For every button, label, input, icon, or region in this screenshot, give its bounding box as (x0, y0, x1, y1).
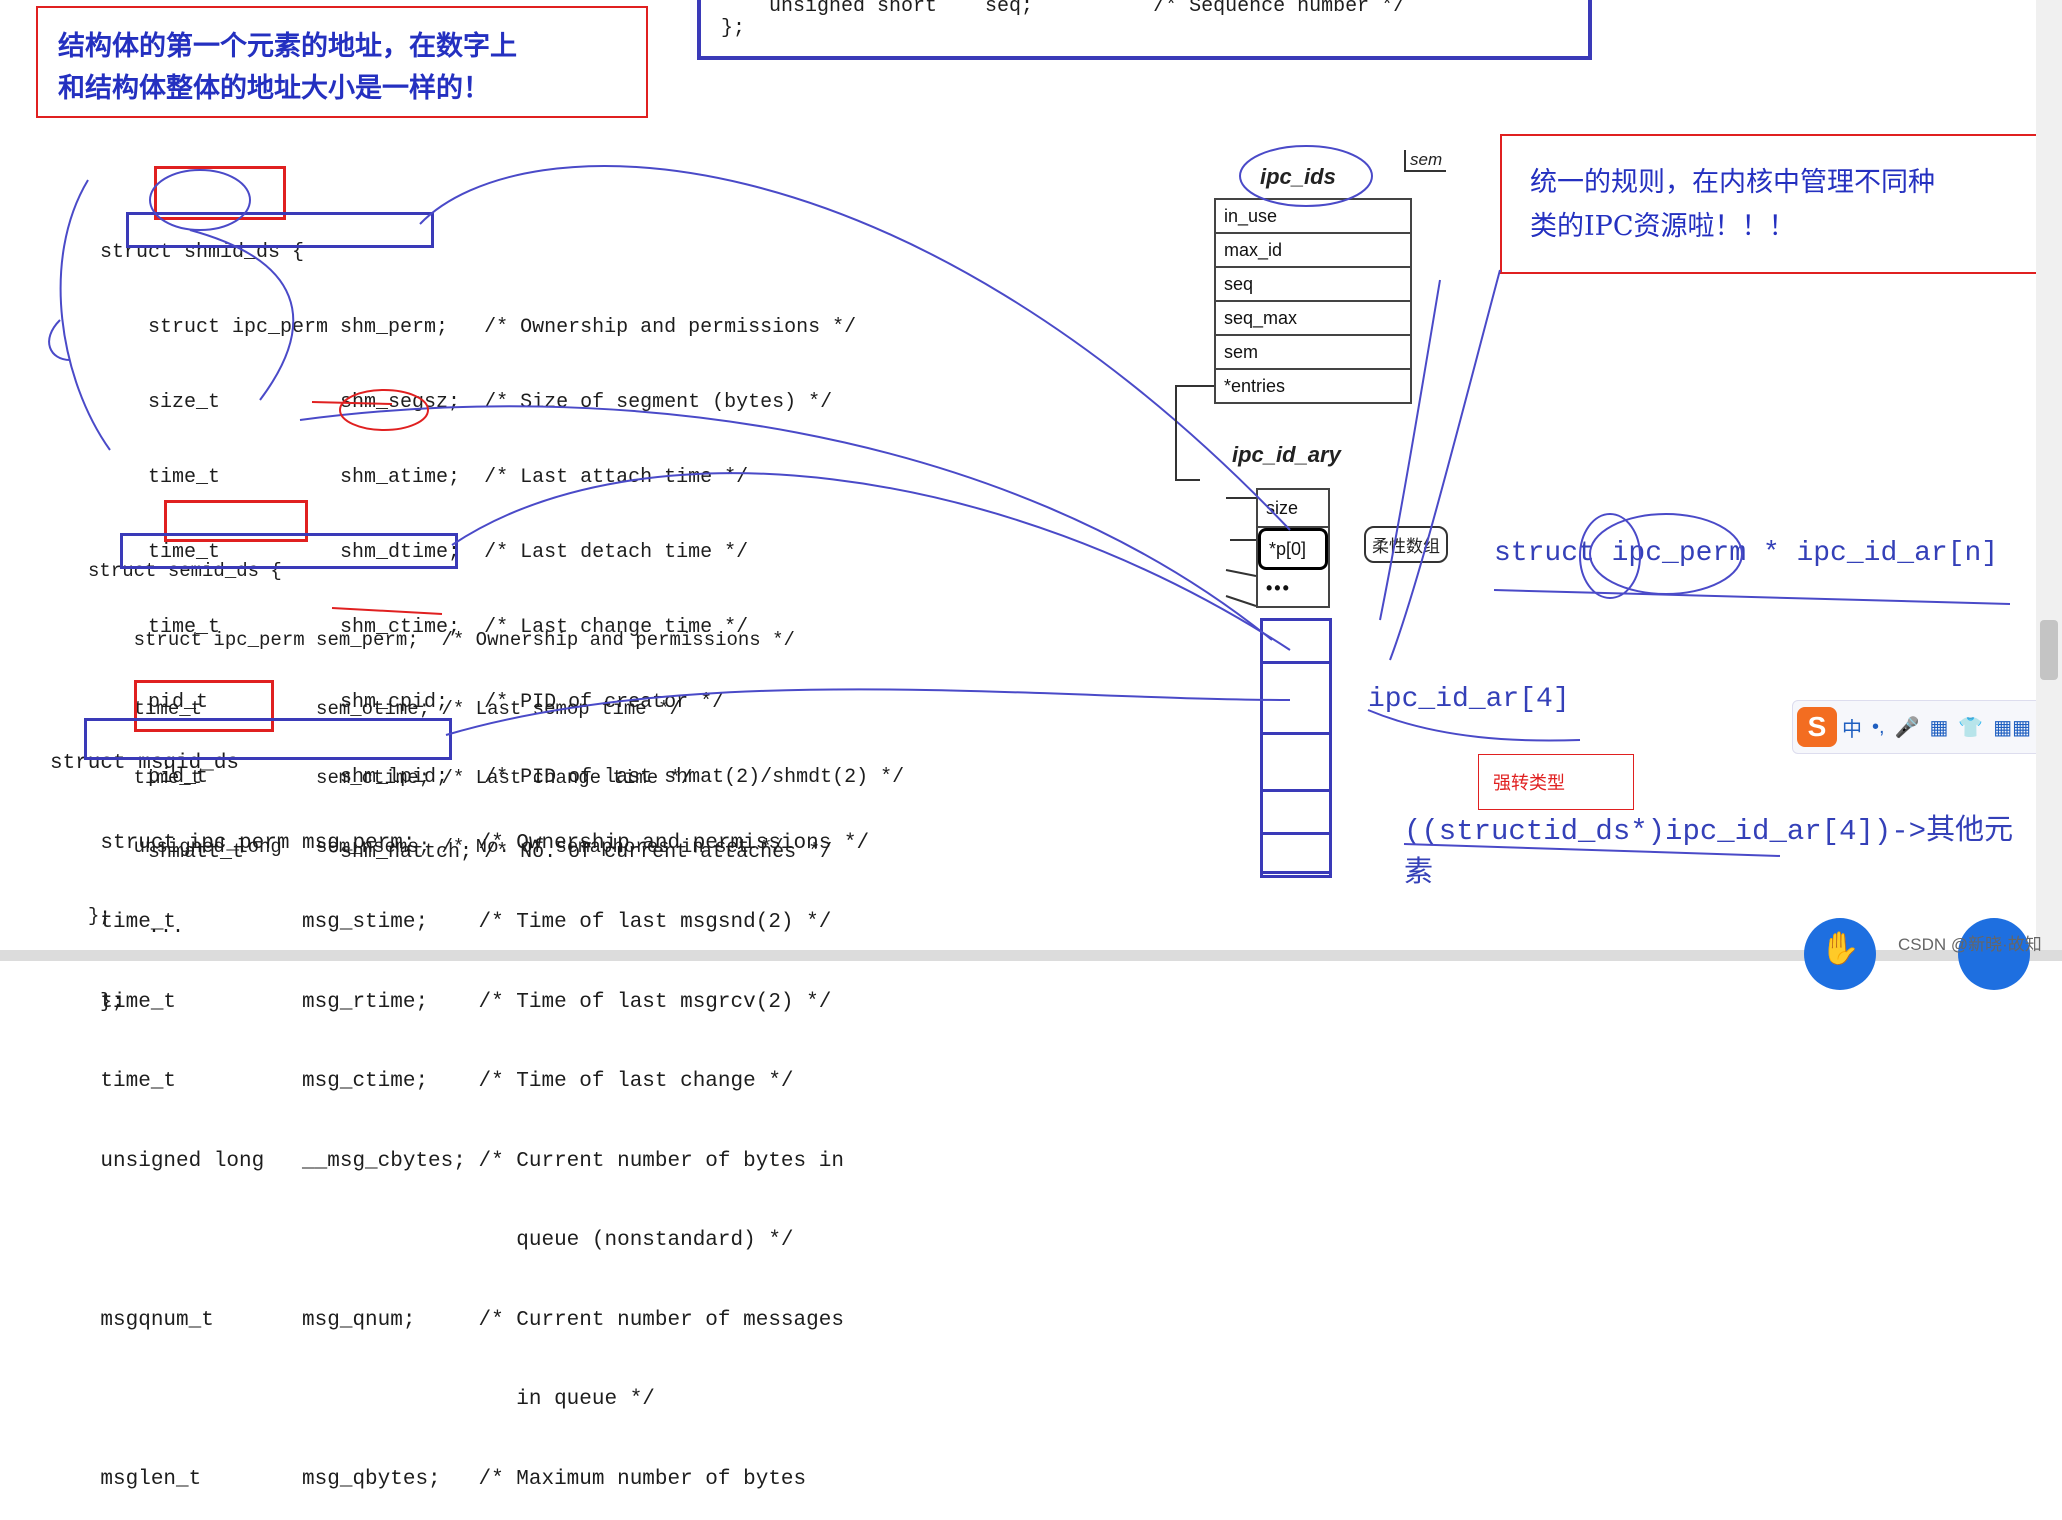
ipc-ids-field: max_id (1216, 234, 1410, 268)
watermark: CSDN @新晓·故知 (1898, 935, 2042, 954)
ipc-id-ary-field: size (1258, 490, 1328, 528)
right-note: 统一的规则，在内核中管理不同种 类的IPC资源啦！！！ (1500, 134, 2044, 274)
code-line: struct ipc_perm shm_perm; /* Ownership a… (100, 316, 857, 339)
msg-perm-highlight (84, 718, 452, 760)
top-note: 结构体的第一个元素的地址，在数字上 和结构体整体的地址大小是一样的！ (36, 6, 648, 118)
code-line: msgqnum_t msg_qnum; /* Current number of… (50, 1308, 844, 1332)
top-note-line-1: 结构体的第一个元素的地址，在数字上 (58, 31, 517, 62)
microphone-icon[interactable]: 🎤 (1895, 715, 1920, 740)
sem-perm-highlight (120, 533, 458, 569)
code-line: unsigned long __msg_cbytes; /* Current n… (50, 1149, 844, 1173)
top-code-line-1: unsigned short seq; /* Sequence number *… (721, 0, 1406, 18)
code-line: size_t shm_segsz; /* Size of segment (by… (100, 391, 833, 414)
ipc-id-ar-element: ipc_id_ar[4] (1368, 684, 1570, 715)
chinese-mode-icon[interactable]: 中 (1842, 713, 1862, 742)
cast-label-box: 强转类型 (1478, 754, 1634, 810)
cast-expression-line-1: ((structid_ds*)ipc_id_ar[4])->其他元 (1404, 815, 2014, 848)
code-line: struct ipc_perm msg_perm; /* Ownership a… (50, 831, 870, 855)
skin-icon[interactable]: 👕 (1958, 715, 1983, 740)
right-note-line-2: 类的IPC资源啦！！！ (1530, 211, 1796, 242)
code-line: in queue */ (50, 1388, 655, 1411)
ipc-id-ary-field: *p[0] (1258, 528, 1328, 570)
code-line: struct ipc_perm sem_perm; /* Ownership a… (88, 629, 795, 651)
vertical-scrollbar[interactable] (2036, 0, 2062, 950)
ipc-ids-field: seq_max (1216, 302, 1410, 336)
right-note-line-1: 统一的规则，在内核中管理不同种 (1530, 167, 1935, 198)
keyboard-icon[interactable]: ▦ (1929, 715, 1948, 740)
shm-perm-highlight (126, 212, 434, 248)
toolbox-icon[interactable]: ▦▦ (1993, 715, 2031, 740)
sogou-logo-icon[interactable]: S (1797, 707, 1837, 747)
ipc-ids-field: sem (1216, 336, 1410, 370)
ipc-id-ary-title: ipc_id_ary (1232, 442, 1341, 467)
ipc-ids-table: in_use max_id seq seq_max sem *entries (1214, 198, 1412, 404)
horizontal-scrollbar[interactable] (0, 950, 2062, 961)
scrollbar-thumb[interactable] (2040, 620, 2058, 680)
punctuation-icon[interactable]: •, (1872, 716, 1885, 739)
code-line: msglen_t msg_qbytes; /* Maximum number o… (50, 1467, 807, 1491)
code-line: time_t msg_ctime; /* Time of last change… (50, 1070, 794, 1093)
ime-toolbar[interactable]: S 中 •, 🎤 ▦ 👕 ▦▦ (1792, 700, 2056, 754)
ipc-ids-title: ipc_ids (1260, 164, 1336, 189)
ipc-ids-tag: sem (1404, 150, 1447, 172)
code-line: time_t shm_atime; /* Last attach time */ (100, 466, 749, 489)
ipc-ids-field: *entries (1224, 376, 1286, 396)
ipc-id-ary-table: size *p[0] ••• (1256, 488, 1330, 608)
top-code-line-2: }; (721, 17, 746, 40)
cast-label: 强转类型 (1493, 773, 1565, 793)
ipc-id-ar-declaration: struct ipc_perm * ipc_id_ar[n] (1494, 538, 1999, 569)
code-line: time_t msg_stime; /* Time of last msgsnd… (50, 911, 832, 934)
flex-array-cells (1260, 618, 1332, 878)
ipc-ids-field: in_use (1216, 200, 1410, 234)
ipc-ids-field: seq (1216, 268, 1410, 302)
flex-array-label: 柔性数组 (1364, 526, 1448, 563)
top-code-box: unsigned short seq; /* Sequence number *… (697, 0, 1592, 60)
hand-raise-icon[interactable]: ✋ (1804, 918, 1876, 990)
cast-expression-line-2: 素 (1404, 857, 1434, 890)
top-note-line-2: 和结构体整体的地址大小是一样的！ (58, 73, 490, 104)
ipc-id-ary-field: ••• (1266, 578, 1291, 598)
code-line: time_t msg_rtime; /* Time of last msgrcv… (50, 990, 832, 1014)
msqid-ds-code: struct msqid_ds struct ipc_perm msg_perm… (50, 698, 869, 1520)
code-line: queue (nonstandard) */ (50, 1229, 794, 1252)
